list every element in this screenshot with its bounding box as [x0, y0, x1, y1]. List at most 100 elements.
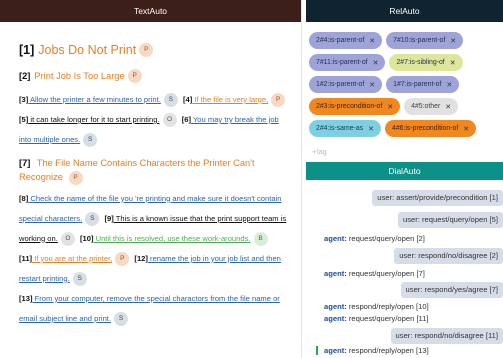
- relation-tag[interactable]: 2#3:is-precondition-of ✕: [309, 98, 401, 115]
- text-segment[interactable]: [10] Until this is resolved, use these w…: [79, 231, 271, 246]
- segment-number: [9]: [104, 213, 114, 223]
- add-tag-input[interactable]: +tag: [312, 147, 503, 159]
- relation-tag-label: 2#4:is-parent-of: [316, 37, 365, 44]
- user-turn[interactable]: user: respond/no/disagree [2]: [394, 248, 503, 264]
- turn-text: user: respond/no/disagree [11]: [395, 331, 498, 340]
- relation-panel-title: RelAuto: [389, 6, 420, 16]
- remove-tag-icon[interactable]: ✕: [369, 81, 375, 89]
- text-panel: TextAuto [1] Jobs Do Not Print P [2] Pri…: [0, 0, 302, 358]
- heading-text[interactable]: Jobs Do Not Print: [38, 40, 136, 60]
- relation-tag[interactable]: 7#11:is-parent-of ✕: [309, 54, 386, 71]
- segment-label-badge[interactable]: S: [85, 211, 100, 226]
- segment-number: [5]: [19, 115, 29, 124]
- segment-text[interactable]: If you are at the printer,: [32, 254, 112, 263]
- segment-label-badge[interactable]: P: [68, 170, 83, 185]
- relation-tag[interactable]: 2#4:is-parent-of ✕: [309, 32, 383, 49]
- remove-tag-icon[interactable]: ✕: [369, 37, 375, 45]
- dialog-panel-header: DialAuto: [306, 162, 503, 180]
- text-segment[interactable]: [5] it can take longer for it to start p…: [19, 113, 180, 127]
- remove-tag-icon[interactable]: ✕: [450, 59, 456, 67]
- segment-label-badge[interactable]: P: [271, 93, 286, 107]
- relation-tag[interactable]: 2#4:is-same-as ✕: [309, 120, 381, 137]
- relation-tag[interactable]: 1#2:is-parent-of ✕: [309, 76, 383, 93]
- relation-tag-label: 1#2:is-parent-of: [316, 81, 365, 88]
- relation-tag-label: 4#5:other: [411, 103, 441, 110]
- agent-turn[interactable]: agent: request/query/open [11]: [324, 314, 429, 323]
- segment-text[interactable]: Until this is resolved, use these work-a…: [93, 234, 251, 243]
- heading-2[interactable]: [2] Print Job Is Too Large P: [19, 66, 291, 86]
- segment-label-badge[interactable]: S: [114, 311, 129, 326]
- heading-1[interactable]: [1] Jobs Do Not Print P: [19, 40, 291, 60]
- segment-text[interactable]: it can take longer for it to start print…: [28, 115, 159, 124]
- user-turn[interactable]: user: request/query/open [5]: [398, 212, 503, 228]
- segment-number: [7]: [19, 158, 31, 168]
- turn-text: request/query/open [11]: [346, 314, 429, 323]
- relation-tag-list: 2#4:is-parent-of ✕ 7#10:is-parent-of ✕ 7#11:…: [306, 22, 503, 137]
- relation-tag[interactable]: 1#7:is-parent-of ✕: [386, 76, 460, 93]
- remove-tag-icon[interactable]: ✕: [387, 103, 393, 111]
- segment-label-badge[interactable]: S: [72, 271, 87, 286]
- heading-text[interactable]: Print Job Is Too Large: [34, 66, 124, 86]
- segment-number: [1]: [19, 43, 35, 57]
- segment-text[interactable]: If the file is very large,: [192, 95, 268, 104]
- segment-label-badge[interactable]: P: [115, 251, 130, 266]
- user-turn[interactable]: user: respond/yes/agree [7]: [400, 282, 503, 298]
- segment-label-badge[interactable]: B: [253, 231, 268, 246]
- annotation-panel: RelAuto 2#4:is-parent-of ✕ 7#10:is-parent-…: [306, 0, 503, 358]
- remove-tag-icon[interactable]: ✕: [368, 125, 374, 133]
- remove-tag-icon[interactable]: ✕: [373, 59, 379, 67]
- segment-label-badge[interactable]: O: [60, 231, 75, 246]
- user-turn[interactable]: user: assert/provide/precondition [1]: [372, 190, 503, 206]
- heading-text[interactable]: The File Name Contains Characters the Pr…: [19, 158, 255, 182]
- segment-number: [2]: [19, 71, 31, 81]
- text-panel-header: TextAuto: [0, 0, 301, 22]
- paragraph-8: [8] Check the name of the file you 're p…: [19, 189, 291, 249]
- relation-tag-label: 2#7:is-sibling-of: [396, 59, 445, 66]
- relation-tag-label: 2#4:is-same-as: [316, 125, 364, 132]
- relation-panel-header: RelAuto: [306, 0, 503, 22]
- user-turn[interactable]: user: respond/no/disagree [11]: [390, 328, 503, 344]
- speaker-label: agent:: [324, 234, 347, 243]
- relation-tag-label: 7#11:is-parent-of: [316, 59, 368, 66]
- relation-tag-label: 1#7:is-parent-of: [393, 81, 442, 88]
- dialog-panel-title: DialAuto: [388, 166, 421, 176]
- agent-turn[interactable]: agent: respond/reply/open [10]: [324, 302, 429, 311]
- agent-turn[interactable]: agent: request/query/open [2]: [324, 234, 425, 243]
- remove-tag-icon[interactable]: ✕: [450, 37, 456, 45]
- segment-text[interactable]: From your computer, remove the special c…: [19, 294, 280, 323]
- segment-number: [11]: [19, 253, 33, 263]
- remove-tag-icon[interactable]: ✕: [463, 125, 469, 133]
- paragraph-13: [13] From your computer, remove the spec…: [19, 289, 291, 329]
- speaker-label: agent:: [324, 302, 347, 311]
- turn-text: user: assert/provide/precondition [1]: [377, 193, 498, 202]
- agent-turn[interactable]: agent: respond/reply/open [13]: [316, 346, 429, 355]
- remove-tag-icon[interactable]: ✕: [446, 81, 452, 89]
- agent-turn[interactable]: agent: request/query/open [7]: [324, 269, 425, 278]
- text-segment[interactable]: [13] From your computer, remove the spec…: [19, 294, 280, 326]
- segment-label-badge[interactable]: O: [162, 113, 177, 127]
- segment-number: [4]: [182, 95, 193, 104]
- relation-tag[interactable]: 2#7:is-sibling-of ✕: [389, 54, 463, 71]
- segment-text[interactable]: Allow the printer a few minutes to print…: [28, 95, 161, 104]
- text-segment[interactable]: [4] If the file is very large, P: [182, 93, 288, 107]
- heading-7[interactable]: [7] The File Name Contains Characters th…: [19, 156, 291, 185]
- relation-tag-label: 4#6:is-precondition-of: [391, 125, 459, 132]
- turn-text: respond/reply/open [10]: [346, 302, 429, 311]
- segment-label-badge[interactable]: S: [163, 93, 178, 107]
- text-segment[interactable]: [11] If you are at the printer, P: [19, 251, 132, 266]
- text-panel-title: TextAuto: [133, 6, 168, 16]
- turn-text: user: respond/yes/agree [7]: [405, 285, 498, 294]
- remove-tag-icon[interactable]: ✕: [445, 103, 451, 111]
- segment-number: [12]: [134, 253, 148, 263]
- turn-text: respond/reply/open [13]: [346, 346, 429, 355]
- relation-tag[interactable]: 7#10:is-parent-of ✕: [386, 32, 464, 49]
- segment-label-badge[interactable]: S: [83, 133, 98, 147]
- text-segment[interactable]: [3] Allow the printer a few minutes to p…: [19, 93, 181, 107]
- segment-label-badge[interactable]: P: [127, 69, 142, 83]
- segment-number: [10]: [79, 233, 94, 243]
- speaker-label: agent:: [324, 269, 347, 278]
- relation-tag[interactable]: 4#5:other ✕: [404, 98, 459, 115]
- segment-label-badge[interactable]: P: [139, 43, 154, 57]
- turn-text: user: request/query/open [5]: [403, 215, 498, 224]
- relation-tag[interactable]: 4#6:is-precondition-of ✕: [384, 120, 477, 137]
